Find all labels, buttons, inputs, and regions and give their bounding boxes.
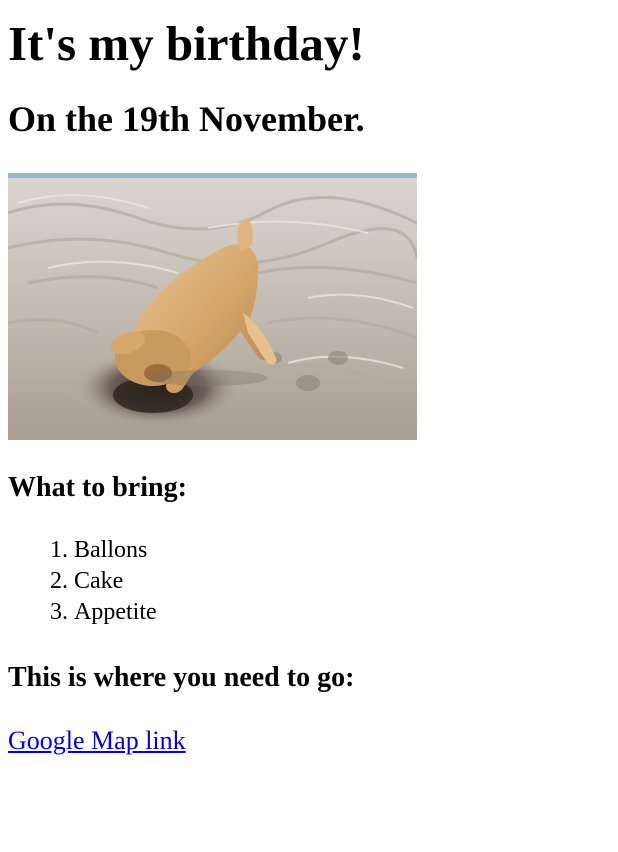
date-heading: On the 19th November. [8, 99, 365, 139]
list-item: Appetite [74, 597, 610, 628]
puppy-photo [8, 173, 417, 440]
page-title: It's my birthday! [8, 16, 365, 71]
directions-heading: This is where you need to go: [8, 662, 355, 693]
google-map-link[interactable]: Google Map link [8, 725, 186, 757]
bring-heading: What to bring: [8, 472, 187, 503]
puppy-digging-image [8, 173, 417, 440]
bring-list: Ballons Cake Appetite [8, 535, 610, 628]
list-item: Ballons [74, 535, 610, 566]
page-content: It's my birthday! On the 19th November. [0, 14, 618, 757]
list-item: Cake [74, 566, 610, 597]
